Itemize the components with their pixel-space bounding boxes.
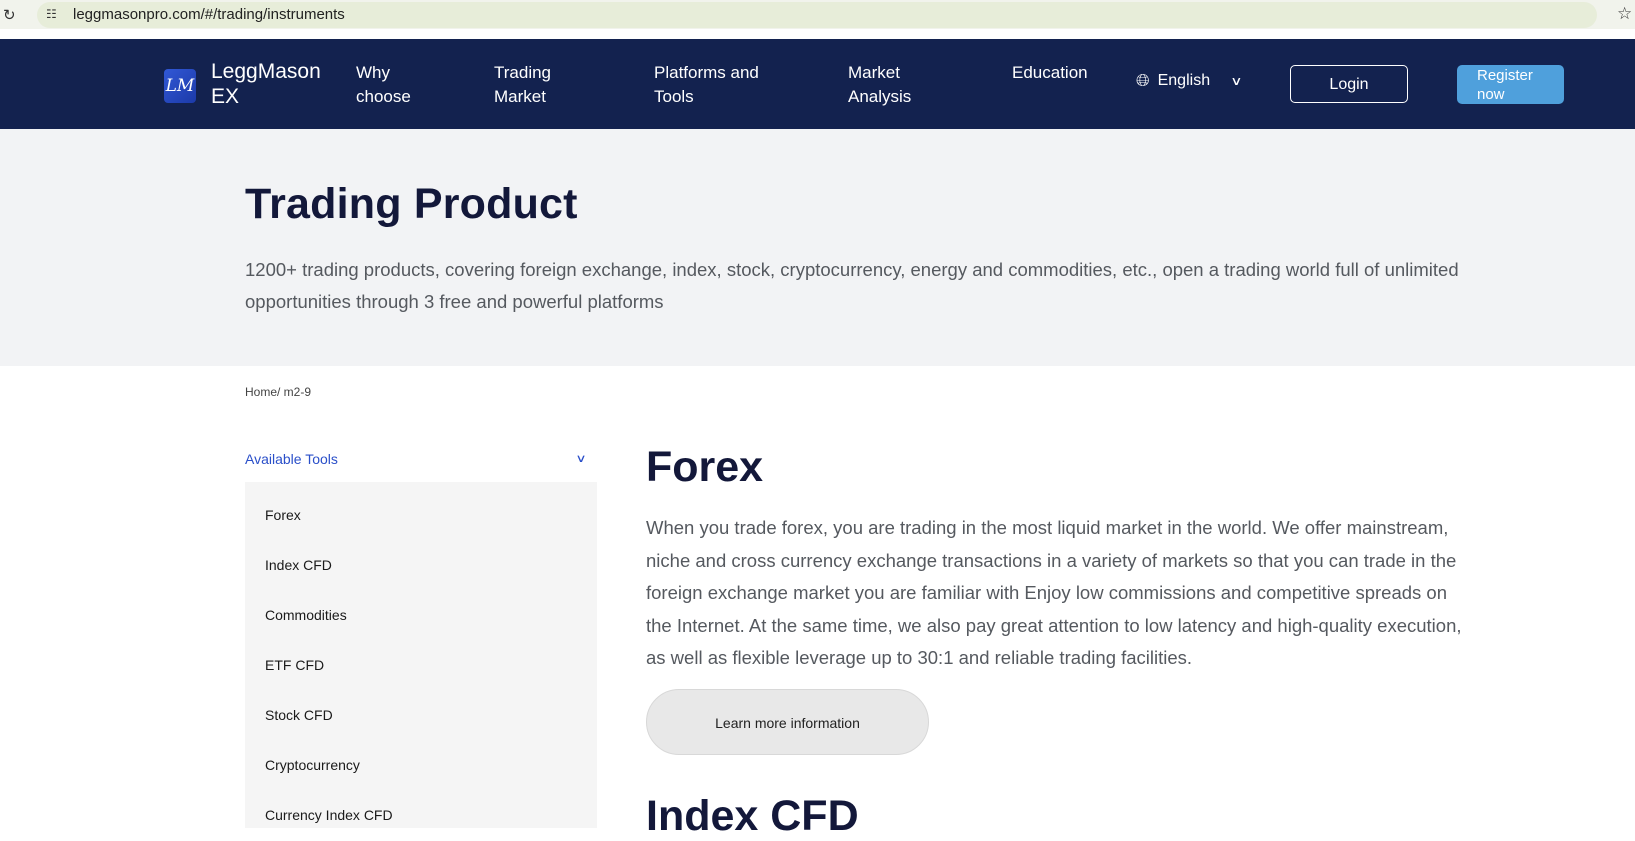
nav-education[interactable]: Education <box>1012 61 1088 85</box>
register-label-line1: Register <box>1477 67 1533 84</box>
nav-label-line2: Analysis <box>848 87 912 106</box>
available-tools-toggle[interactable]: Available Tools ∨ <box>245 449 597 483</box>
nav-label-line2: choose <box>356 87 411 106</box>
nav-platforms-and-tools[interactable]: Platforms and Tools <box>654 61 759 109</box>
login-button[interactable]: Login <box>1290 65 1408 103</box>
reload-icon[interactable]: ↻ <box>3 6 16 24</box>
section-title-forex: Forex <box>646 443 764 491</box>
tools-item-commodities[interactable]: Commodities <box>265 607 347 623</box>
language-selector[interactable]: 🌐︎ English ∨ <box>1136 71 1243 91</box>
logo-icon[interactable]: LM <box>164 69 196 103</box>
tools-item-etf-cfd[interactable]: ETF CFD <box>265 657 324 673</box>
chevron-down-icon: ∨ <box>575 453 587 465</box>
nav-label-line1: Trading <box>494 63 552 82</box>
tools-item-stock-cfd[interactable]: Stock CFD <box>265 707 333 723</box>
nav-why-choose[interactable]: Why choose <box>356 61 411 109</box>
brand-line-1: LeggMason <box>211 60 321 83</box>
nav-label-line1: Why <box>356 63 390 82</box>
tools-item-currency-index-cfd[interactable]: Currency Index CFD <box>265 807 393 823</box>
tools-list: Forex Index CFD Commodities ETF CFD Stoc… <box>245 482 597 828</box>
breadcrumb[interactable]: Home/ m2-9 <box>245 385 311 399</box>
nav-trading-market[interactable]: Trading Market <box>494 61 551 109</box>
brand-line-2: EX <box>211 85 240 108</box>
site-info-icon[interactable]: ☷ <box>46 7 57 21</box>
url-text[interactable]: leggmasonpro.com/#/trading/instruments <box>73 6 345 23</box>
brand-name[interactable]: LeggMason EX <box>211 59 341 109</box>
page-title: Trading Product <box>245 180 578 228</box>
nav-label-line1: Market <box>848 63 900 82</box>
nav-market-analysis[interactable]: Market Analysis <box>848 61 911 109</box>
chevron-down-icon: ∨ <box>1230 74 1243 88</box>
nav-label-line2: Market <box>494 87 546 106</box>
tools-item-forex[interactable]: Forex <box>265 507 301 523</box>
tools-item-cryptocurrency[interactable]: Cryptocurrency <box>265 757 360 773</box>
nav-label-line1: Education <box>1012 63 1088 82</box>
hero-banner: Trading Product 1200+ trading products, … <box>0 129 1635 366</box>
learn-more-button[interactable]: Learn more information <box>646 689 929 755</box>
section-description: When you trade forex, you are trading in… <box>646 517 1462 668</box>
tools-item-index-cfd[interactable]: Index CFD <box>265 557 332 573</box>
site-header: LM LeggMason EX Why choose Trading Marke… <box>0 39 1635 129</box>
register-now-button[interactable]: Register now <box>1457 65 1564 104</box>
hero-description: 1200+ trading products, covering foreign… <box>245 259 1459 312</box>
browser-gap <box>0 29 1635 39</box>
available-tools-heading: Available Tools <box>245 451 338 467</box>
section-title-index-cfd: Index CFD <box>646 792 859 840</box>
globe-icon: 🌐︎ <box>1136 71 1150 90</box>
register-label-line2: now <box>1477 86 1505 103</box>
nav-label-line1: Platforms and <box>654 63 759 82</box>
nav-label-line2: Tools <box>654 87 694 106</box>
browser-address-bar: ↻ ☷ leggmasonpro.com/#/trading/instrumen… <box>0 0 1635 29</box>
language-label: English <box>1157 72 1211 89</box>
bookmark-star-icon[interactable]: ☆ <box>1617 4 1632 24</box>
